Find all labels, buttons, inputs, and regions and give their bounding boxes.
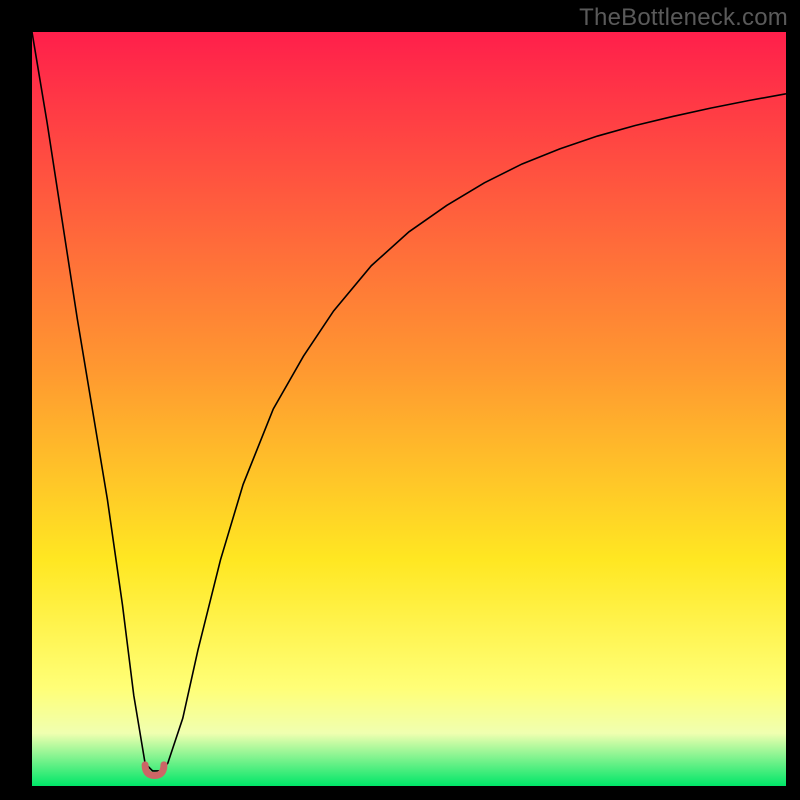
plot-area bbox=[32, 32, 786, 786]
chart-frame: TheBottleneck.com bbox=[0, 0, 800, 800]
watermark-label: TheBottleneck.com bbox=[579, 4, 788, 32]
gradient-background bbox=[32, 32, 786, 786]
chart-svg bbox=[32, 32, 786, 786]
